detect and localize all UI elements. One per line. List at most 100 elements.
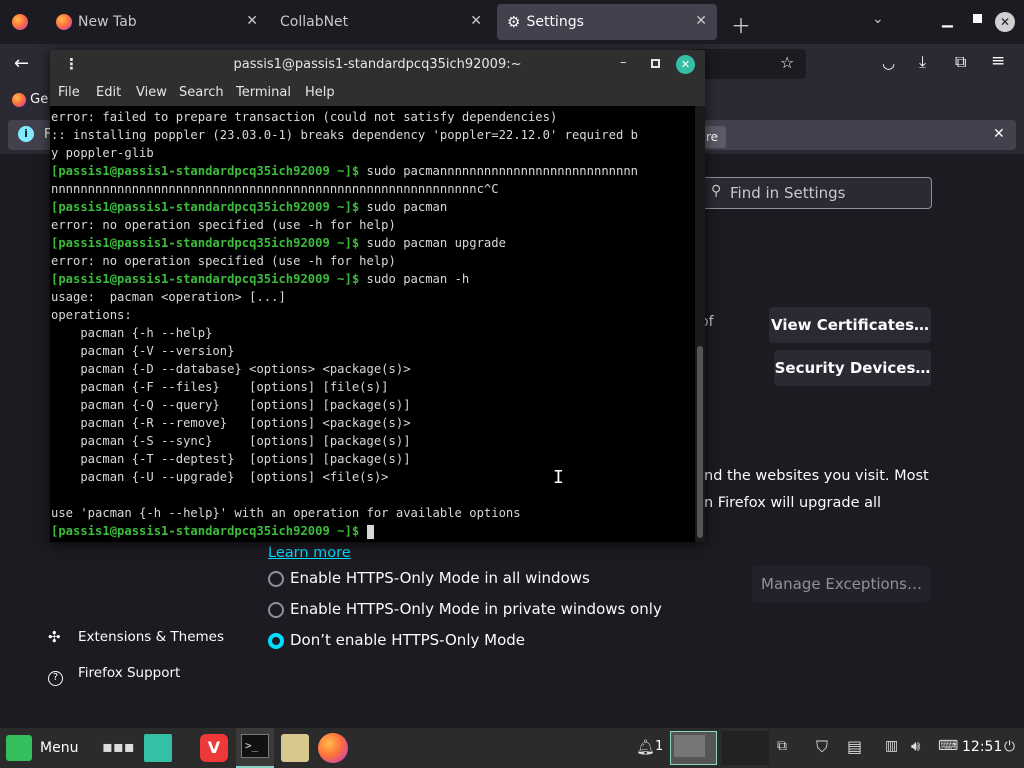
network-icon[interactable]: ▥: [885, 738, 898, 754]
search-icon: ⚲: [711, 183, 722, 199]
pocket-icon[interactable]: ◡: [882, 54, 895, 72]
radio-label[interactable]: Don’t enable HTTPS-Only Mode: [290, 631, 525, 649]
window-switcher-icon[interactable]: ⧉: [777, 738, 787, 754]
taskbar: Menu ▪▪▪ V >_ 🔔︎ 1 ⧉ ⛉ ▤ ▥ 🔊︎ ⌨ 12:51 ⏻: [0, 728, 1024, 768]
line-text: use 'pacman {-h --help}' with an operati…: [51, 506, 521, 520]
radio-https-private-only[interactable]: [268, 602, 284, 618]
file-manager-icon[interactable]: [281, 734, 309, 762]
show-desktop-icon[interactable]: ▪▪▪: [102, 737, 135, 765]
notifications-icon[interactable]: 🔔︎: [636, 738, 655, 756]
bookmark-item[interactable]: Ge: [12, 92, 48, 107]
menu-file[interactable]: File: [58, 85, 80, 100]
menu-help[interactable]: Help: [305, 85, 335, 100]
new-tab-button[interactable]: ＋: [731, 10, 751, 39]
back-arrow-icon[interactable]: ←: [14, 53, 29, 74]
extensions-icon[interactable]: ⧉: [955, 52, 966, 72]
sidebar-item-extensions-themes[interactable]: ✣ Extensions & Themes: [48, 627, 224, 646]
terminal-line: pacman {-S --sync} [options] [package(s)…: [51, 432, 695, 450]
keyboard-icon[interactable]: ⌨: [938, 738, 958, 754]
terminal-line: pacman {-R --remove} [options] <package(…: [51, 414, 695, 432]
menu-terminal[interactable]: Terminal: [236, 85, 291, 100]
menu-search[interactable]: Search: [179, 85, 224, 100]
tab-settings[interactable]: ⚙ Settings ✕: [497, 4, 717, 40]
firefox-icon: [12, 92, 26, 107]
https-description-line2: n Firefox will upgrade all: [704, 495, 882, 511]
workspace-2[interactable]: [722, 731, 769, 765]
sidebar-item-label: Extensions & Themes: [78, 629, 225, 645]
shell-prompt: [passis1@passis1-standardpcq35ich92009 ~…: [51, 272, 360, 286]
line-text: sudo pacman upgrade: [359, 236, 506, 250]
close-icon[interactable]: ✕: [676, 55, 695, 74]
url-bar[interactable]: ☆: [690, 49, 806, 79]
workspace-1[interactable]: [670, 731, 717, 765]
terminal-scrollbar[interactable]: [695, 106, 705, 542]
firefox-taskbar-icon[interactable]: [318, 733, 348, 763]
maximize-icon[interactable]: [651, 59, 660, 68]
terminal-line: pacman {-D --database} <options> <packag…: [51, 360, 695, 378]
firefox-icon: [12, 14, 28, 30]
bookmark-star-icon[interactable]: ☆: [780, 53, 794, 72]
terminal-line: [passis1@passis1-standardpcq35ich92009 ~…: [51, 270, 695, 288]
workspace-preview: [674, 735, 705, 757]
button-label: Manage Exceptions…: [761, 575, 922, 593]
terminal-cursor: [366, 524, 374, 539]
radio-label[interactable]: Enable HTTPS-Only Mode in private window…: [290, 600, 662, 618]
maximize-icon[interactable]: [973, 14, 982, 23]
close-icon[interactable]: ✕: [993, 126, 1005, 142]
vivaldi-icon[interactable]: V: [200, 734, 228, 762]
tab-new-tab[interactable]: New Tab ✕: [46, 4, 268, 40]
line-text: pacman {-F --files} [options] [file(s)]: [51, 380, 389, 394]
shell-prompt: [passis1@passis1-standardpcq35ich92009 ~…: [51, 524, 360, 538]
terminal-line: [passis1@passis1-standardpcq35ich92009 ~…: [51, 522, 695, 540]
close-icon[interactable]: ✕: [246, 13, 258, 29]
hamburger-menu-icon[interactable]: ≡: [991, 51, 1005, 71]
sidebar-item-firefox-support[interactable]: ? Firefox Support: [48, 665, 180, 686]
terminal-output[interactable]: error: failed to prepare transaction (co…: [50, 106, 695, 542]
shell-prompt: [passis1@passis1-standardpcq35ich92009 ~…: [51, 164, 360, 178]
shell-prompt: [passis1@passis1-standardpcq35ich92009 ~…: [51, 200, 360, 214]
find-in-settings-input[interactable]: ⚲ Find in Settings: [700, 177, 932, 209]
close-icon[interactable]: ✕: [470, 13, 482, 29]
mint-logo-icon: [6, 735, 32, 761]
minimize-icon[interactable]: ▁: [942, 12, 953, 28]
menu-view[interactable]: View: [136, 85, 167, 100]
terminal-menubar: File Edit View Search Terminal Help: [50, 80, 705, 106]
view-certificates-button[interactable]: View Certificates…: [769, 307, 931, 343]
tab-collabnet[interactable]: CollabNet ✕: [270, 4, 492, 40]
files-app-icon[interactable]: [144, 734, 172, 762]
terminal-line: usage: pacman <operation> [...]: [51, 288, 695, 306]
scrollbar-thumb[interactable]: [697, 346, 703, 538]
close-icon[interactable]: ✕: [695, 13, 707, 29]
line-text: usage: pacman <operation> [...]: [51, 290, 286, 304]
radio-label[interactable]: Enable HTTPS-Only Mode in all windows: [290, 569, 590, 587]
close-window-icon[interactable]: ✕: [995, 12, 1015, 32]
power-icon[interactable]: ⏻: [1004, 739, 1015, 755]
line-text: operations:: [51, 308, 132, 322]
security-devices-button[interactable]: Security Devices…: [774, 350, 931, 386]
firefox-view-button[interactable]: [12, 14, 28, 34]
list-tabs-icon[interactable]: ⌄: [872, 11, 884, 27]
shell-prompt: [passis1@passis1-standardpcq35ich92009 ~…: [51, 236, 360, 250]
radio-https-all-windows[interactable]: [268, 571, 284, 587]
clipboard-icon[interactable]: ▤: [847, 737, 862, 756]
security-shield-icon[interactable]: ⛉: [816, 737, 828, 757]
line-text: error: failed to prepare transaction (co…: [51, 110, 558, 124]
terminal-line: pacman {-T --deptest} [options] [package…: [51, 450, 695, 468]
download-icon[interactable]: ⤓: [919, 52, 926, 72]
line-text: sudo pacman -h: [359, 272, 470, 286]
notification-button-label: re: [706, 130, 719, 144]
terminal-titlebar[interactable]: ⋮ passis1@passis1-standardpcq35ich92009:…: [50, 50, 705, 80]
clock[interactable]: 12:51: [962, 739, 1002, 755]
bookmark-label: Ge: [30, 92, 49, 107]
terminal-line: [passis1@passis1-standardpcq35ich92009 ~…: [51, 234, 695, 252]
firefox-icon: [56, 14, 72, 30]
terminal-line: pacman {-V --version}: [51, 342, 695, 360]
menu-edit[interactable]: Edit: [96, 85, 121, 100]
learn-more-link[interactable]: Learn more: [268, 545, 351, 561]
line-text: y poppler-glib: [51, 146, 154, 160]
minimize-icon[interactable]: –: [620, 55, 627, 70]
radio-https-dont-enable[interactable]: [268, 633, 284, 649]
volume-icon[interactable]: 🔊︎: [911, 737, 920, 755]
taskbar-terminal-active[interactable]: >_: [236, 728, 274, 768]
terminal-window[interactable]: ⋮ passis1@passis1-standardpcq35ich92009:…: [50, 50, 705, 542]
